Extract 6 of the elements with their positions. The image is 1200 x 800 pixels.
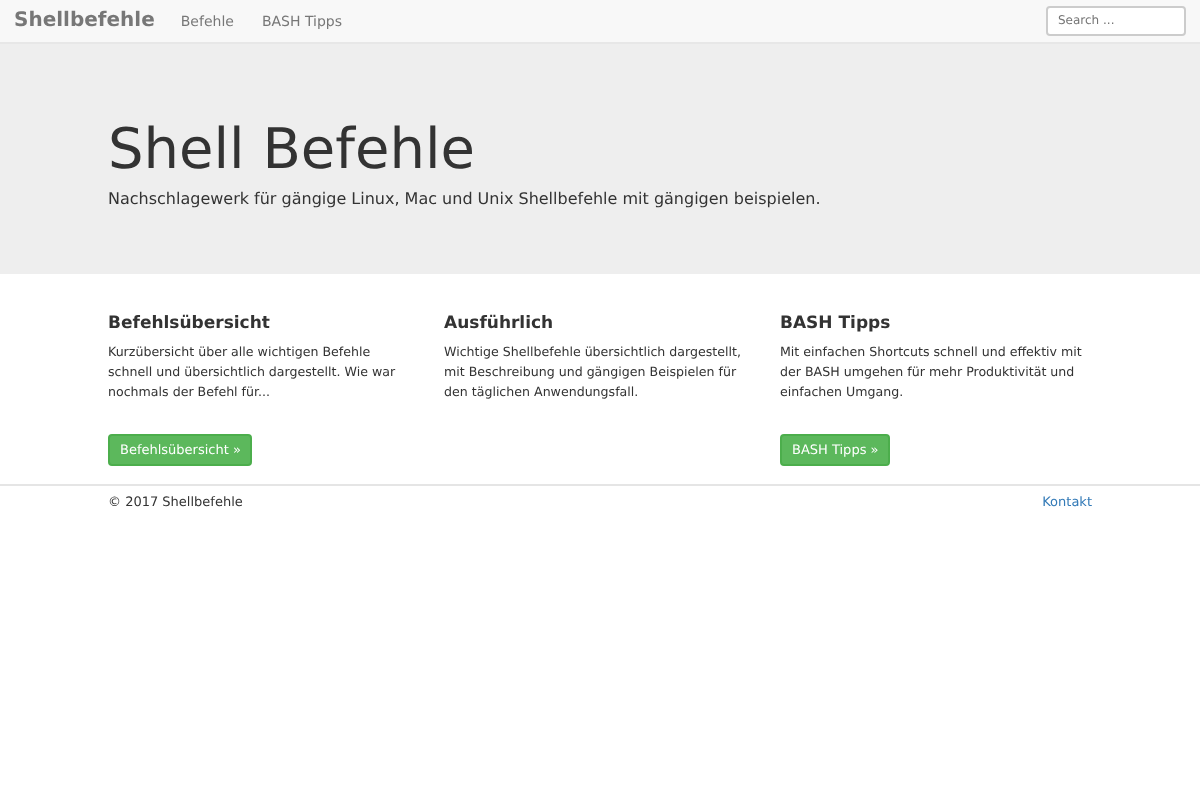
- column-heading: Befehlsübersicht: [108, 314, 272, 334]
- hero-subtitle: Nachschlagewerk für gängige Linux, Mac und Unix Shellbefehle mit gängigen beispielen.: [108, 190, 823, 208]
- column-heading: Ausführlich: [444, 314, 556, 334]
- column-heading: BASH Tipps: [780, 314, 893, 334]
- brand-link[interactable]: Shellbefehle: [14, 10, 155, 32]
- hero-title: Shell Befehle: [108, 116, 477, 184]
